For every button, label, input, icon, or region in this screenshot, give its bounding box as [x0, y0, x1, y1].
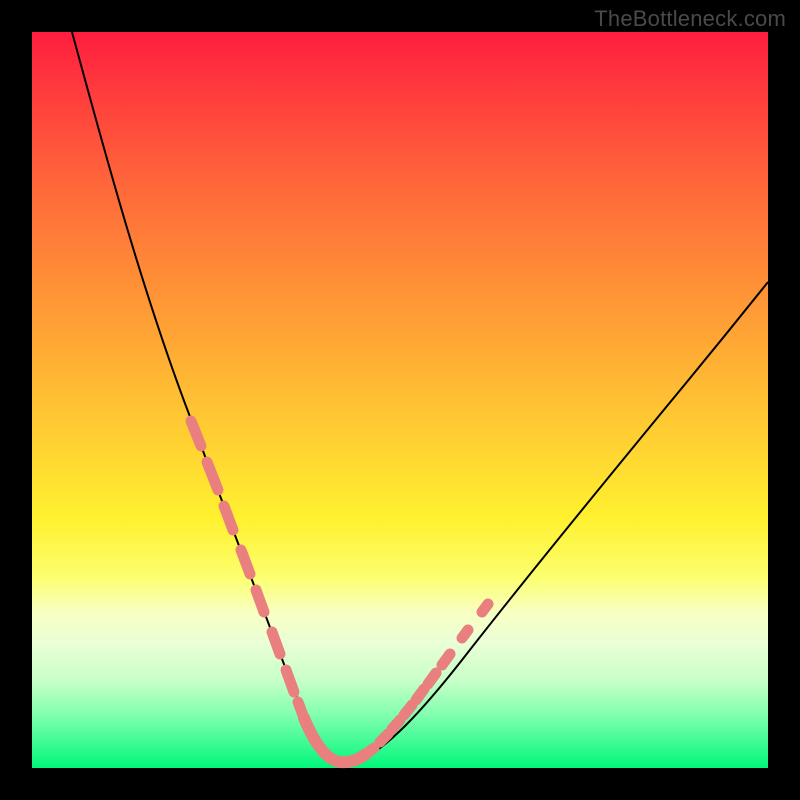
pink-left-dots: [191, 421, 304, 718]
pink-bottom-flat: [304, 718, 366, 762]
bottleneck-curve-path: [72, 32, 768, 763]
pink-right-dots: [366, 604, 488, 754]
bottleneck-curve-svg: [32, 32, 768, 768]
watermark-text: TheBottleneck.com: [594, 6, 786, 32]
outer-frame: TheBottleneck.com: [0, 0, 800, 800]
